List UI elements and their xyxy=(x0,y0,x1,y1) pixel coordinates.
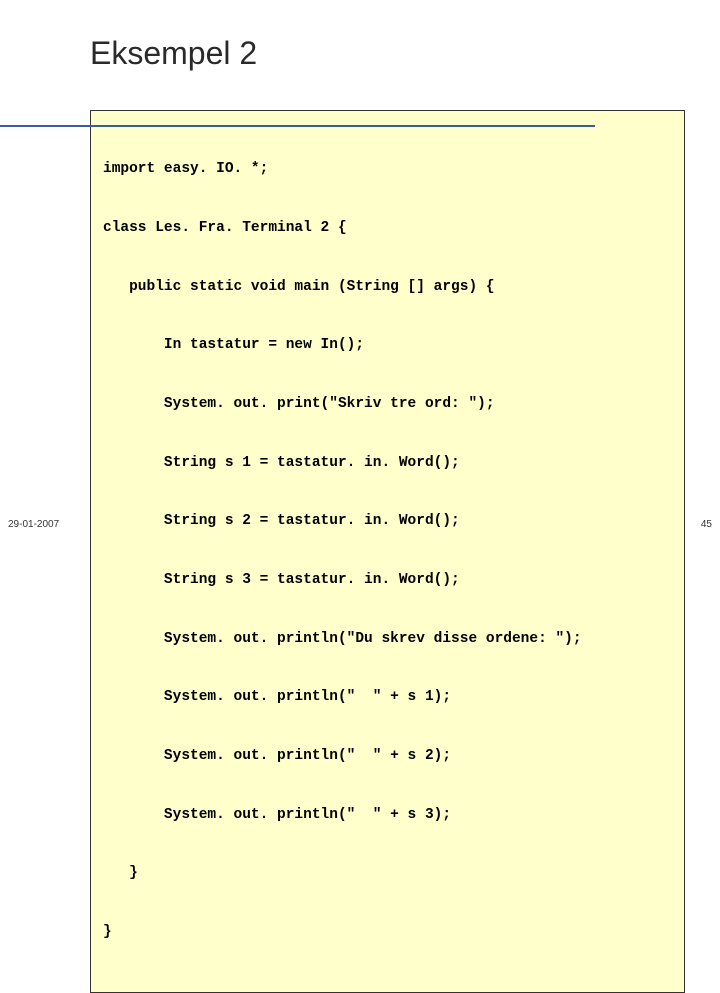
code-line: class Les. Fra. Terminal 2 { xyxy=(103,219,672,239)
code-line: } xyxy=(103,864,672,884)
code-line: System. out. println(" " + s 3); xyxy=(103,806,672,826)
code-example-box: import easy. IO. *; class Les. Fra. Term… xyxy=(90,110,685,993)
code-line: System. out. print("Skriv tre ord: "); xyxy=(103,395,672,415)
code-line: String s 1 = tastatur. in. Word(); xyxy=(103,454,672,474)
code-line: In tastatur = new In(); xyxy=(103,336,672,356)
code-line: String s 2 = tastatur. in. Word(); xyxy=(103,512,672,532)
code-line: } xyxy=(103,923,672,943)
footer-page-number: 45 xyxy=(701,519,712,530)
title-area: Eksempel 2 xyxy=(90,35,705,72)
code-line: String s 3 = tastatur. in. Word(); xyxy=(103,571,672,591)
code-line: System. out. println(" " + s 1); xyxy=(103,688,672,708)
code-line: System. out. println(" " + s 2); xyxy=(103,747,672,767)
slide: Eksempel 2 import easy. IO. *; class Les… xyxy=(0,0,720,540)
footer-date: 29-01-2007 xyxy=(8,519,59,530)
title-underline xyxy=(0,125,595,127)
code-line: import easy. IO. *; xyxy=(103,160,672,180)
code-line: public static void main (String [] args)… xyxy=(103,278,672,298)
slide-title: Eksempel 2 xyxy=(90,35,705,72)
code-line: System. out. println("Du skrev disse ord… xyxy=(103,630,672,650)
